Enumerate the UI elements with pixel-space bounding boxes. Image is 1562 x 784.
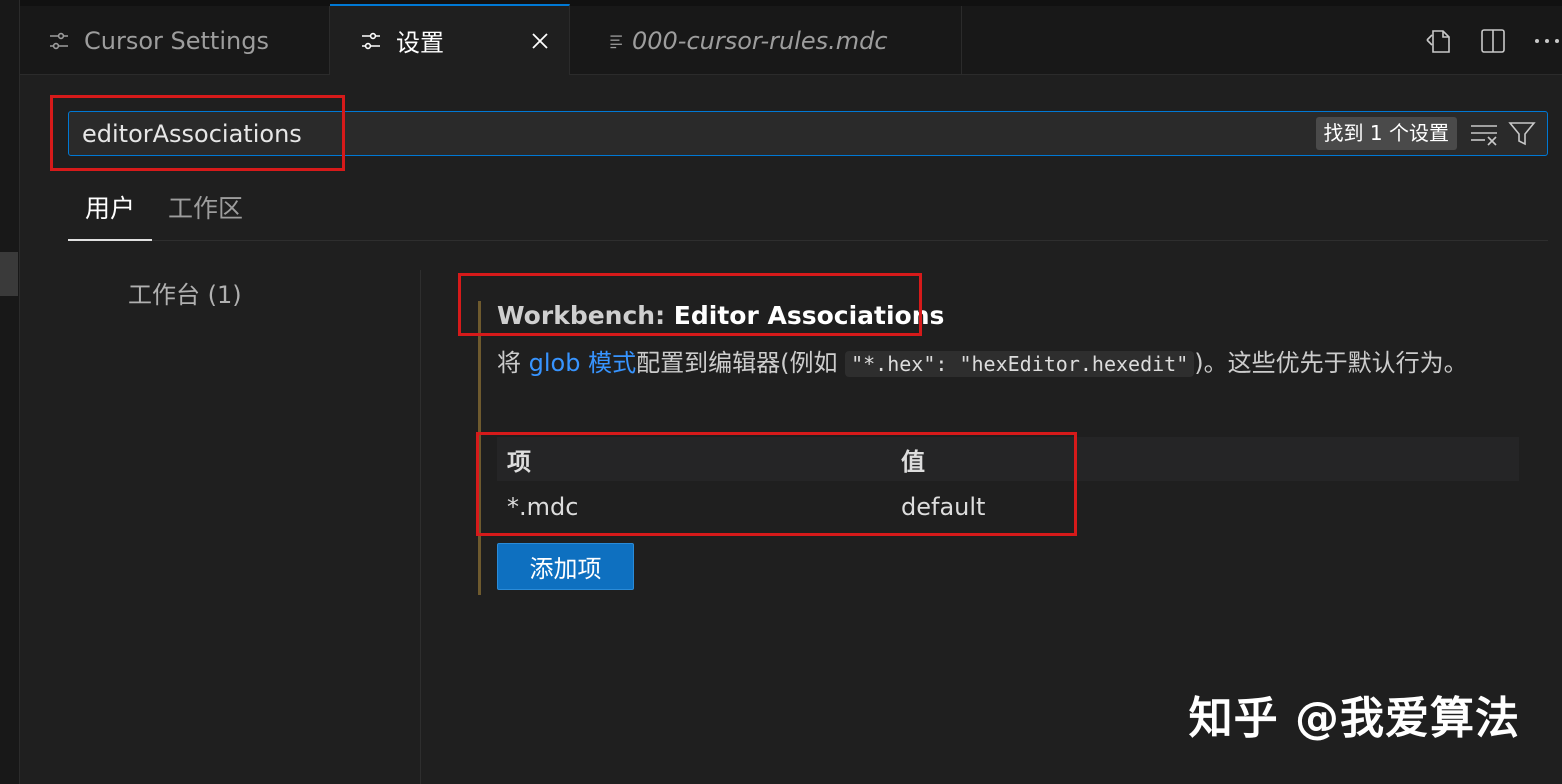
setting-title: Workbench: Editor Associations <box>497 301 944 330</box>
editor-tab-bar: Cursor Settings 设置 000-cursor-rules.mdc <box>20 0 1562 75</box>
active-indicator <box>0 252 18 296</box>
desc-text: 将 <box>497 349 529 377</box>
more-actions-icon[interactable] <box>1532 26 1562 56</box>
header-value: 值 <box>901 447 925 476</box>
scope-tabs: 用户 工作区 <box>68 187 1548 241</box>
open-json-icon[interactable] <box>1424 26 1454 56</box>
table-header: 项 值 <box>497 437 1519 481</box>
toc-item-workbench[interactable]: 工作台 (1) <box>128 275 242 310</box>
tab-workspace[interactable]: 工作区 <box>168 187 243 241</box>
setting-category: Workbench: <box>497 301 674 330</box>
settings-sliders-icon <box>362 32 380 49</box>
settings-search: 找到 1 个设置 <box>68 111 1548 156</box>
tab-settings[interactable]: 设置 <box>330 4 570 75</box>
markdown-file-icon <box>610 34 622 48</box>
tab-cursor-settings[interactable]: Cursor Settings <box>20 6 330 75</box>
desc-text: 配置到编辑器(例如 <box>636 349 846 377</box>
row-key: *.mdc <box>507 493 579 521</box>
setting-name: Editor Associations <box>673 301 945 330</box>
associations-table: 项 值 *.mdc default <box>497 437 1519 533</box>
desc-text: )。这些优先于默认行为。 <box>1194 349 1468 377</box>
clear-filter-icon[interactable] <box>1469 120 1499 148</box>
filter-icon[interactable] <box>1507 119 1537 149</box>
setting-description: 将 glob 模式配置到编辑器(例如 "*.hex": "hexEditor.h… <box>497 345 1507 383</box>
watermark: 知乎 @我爱算法 <box>1188 693 1520 744</box>
setting-editor-associations: Workbench: Editor Associations 将 glob 模式… <box>478 301 1538 595</box>
search-input[interactable] <box>69 112 1269 155</box>
tab-actions <box>1424 24 1562 58</box>
search-result-count: 找到 1 个设置 <box>1315 117 1457 150</box>
tab-label: 设置 <box>396 29 444 57</box>
activity-strip <box>0 0 20 784</box>
tab-cursor-rules-file[interactable]: 000-cursor-rules.mdc <box>570 6 962 75</box>
tab-user[interactable]: 用户 <box>68 187 152 241</box>
settings-sliders-icon <box>50 32 68 49</box>
settings-window: Cursor Settings 设置 000-cursor-rules.mdc <box>0 0 1562 784</box>
header-key: 项 <box>507 447 531 476</box>
glob-pattern-link[interactable]: glob 模式 <box>529 349 636 377</box>
settings-editor: 找到 1 个设置 用户 工作区 工作台 (1) Workbench: Edito… <box>20 75 1562 784</box>
row-value: default <box>901 493 986 521</box>
tab-label: 000-cursor-rules.mdc <box>632 26 888 55</box>
table-row[interactable]: *.mdc default <box>497 481 1519 533</box>
close-icon[interactable] <box>529 30 551 52</box>
code-example: "*.hex": "hexEditor.hexedit" <box>845 351 1195 377</box>
add-item-button[interactable]: 添加项 <box>497 543 634 590</box>
split-editor-icon[interactable] <box>1478 26 1508 56</box>
divider <box>420 270 421 784</box>
tab-label: Cursor Settings <box>84 26 269 55</box>
